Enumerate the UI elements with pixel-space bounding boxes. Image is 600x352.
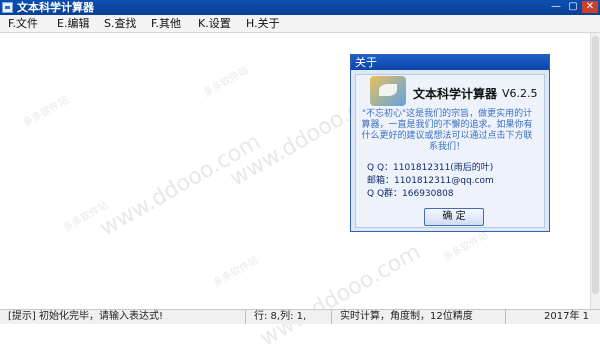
status-calc-mode: 实时计算，角度制，12位精度 [332,310,506,324]
menu-about[interactable]: H.关于 [246,15,280,32]
status-cursor-position: 行: 8,列: 1, [246,310,332,324]
vertical-scrollbar[interactable] [590,33,600,309]
qq-row: Q Q：1101812311(雨后的叶) [367,160,493,173]
qq-group-label: Q Q群： [367,189,403,199]
window-title: 文本科学计算器 [17,1,94,14]
minimize-button[interactable]: — [548,1,564,13]
about-app-name: 文本科学计算器 [413,87,498,101]
watermark-text: www.ddooo.com [255,239,425,352]
email-value[interactable]: 1101812311@qq.com [394,176,494,186]
menu-edit[interactable]: E.编辑 [57,15,89,32]
menu-bar: F.文件 E.编辑 S.查找 F.其他 K.设置 H.关于 [0,15,600,33]
email-label: 邮箱： [367,176,395,186]
watermark-text: 多多软件站 [201,64,251,100]
scrollbar-thumb[interactable] [592,36,599,294]
qq-value: 1101812311(雨后的叶) [393,163,494,173]
menu-find[interactable]: S.查找 [104,15,136,32]
title-bar: 文本科学计算器 — ▢ ✕ [0,0,600,15]
menu-file[interactable]: F.文件 [8,15,38,32]
about-dialog: 关于 文本科学计算器 V6.2.5 "不忘初心"这是我们的宗旨，做更实用的计算器… [350,54,550,232]
qq-group-value: 166930808 [402,189,454,199]
qq-label: Q Q： [367,163,394,173]
dialog-title: 关于 [355,56,377,69]
watermark-text: 多多软件站 [21,94,71,130]
app-icon [2,2,13,13]
status-hint: [提示] 初始化完毕，请输入表达式! [0,310,246,324]
about-version: V6.2.5 [502,87,538,100]
dialog-title-bar: 关于 [351,55,549,70]
app-logo-icon [370,76,406,106]
menu-settings[interactable]: K.设置 [198,15,231,32]
menu-other[interactable]: F.其他 [151,15,181,32]
qq-group-row: Q Q群：166930808 [367,186,454,199]
email-row: 邮箱：1101812311@qq.com [367,173,494,186]
watermark-text: 多多软件站 [441,229,491,265]
maximize-button[interactable]: ▢ [565,1,581,13]
status-date: 2017年 1 [544,311,589,322]
status-bar: [提示] 初始化完毕，请输入表达式! 行: 8,列: 1, 实时计算，角度制，1… [0,309,600,324]
close-button[interactable]: ✕ [582,1,598,13]
ok-button[interactable]: 确 定 [424,208,484,226]
about-slogan: "不忘初心"这是我们的宗旨，做更实用的计算器，一直是我们的不懈的追求。如果你有什… [361,109,533,152]
watermark-text: 多多软件站 [211,254,261,290]
